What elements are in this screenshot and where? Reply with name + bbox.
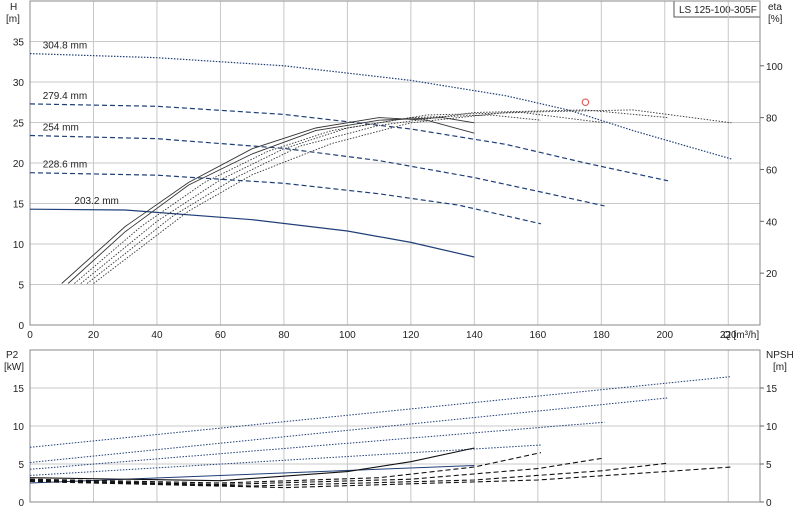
head-curve-label: 304.8 mm [43,41,87,52]
efficiency-curve [86,109,669,284]
x-tick-label: 140 [466,330,483,341]
npsh-curve [29,462,669,487]
head-curve-label: 254 mm [43,122,79,133]
y2-tick-label: 60 [766,165,778,176]
y-tick-label: 10 [13,240,25,251]
efficiency-curve [80,112,605,284]
head-curve-label: 279.4 mm [43,91,87,102]
x-tick-label: 120 [403,330,420,341]
y-tick-label: 35 [13,38,25,49]
npsh-curve [29,466,732,489]
head-curve-label: 203.2 mm [74,196,118,207]
top-left-axis-label: H [10,2,17,13]
x-tick-label: 200 [656,330,673,341]
y-tick-label: 5 [18,281,24,292]
power-curve [29,421,605,470]
top-right-axis-label: eta [768,2,782,13]
y2-tick-label: 80 [766,114,778,125]
efficiency-curve [74,114,542,284]
p2-tick-label: 0 [18,498,24,509]
head-curve-label: 228.6 mm [43,160,87,171]
y-tick-label: 0 [18,321,24,332]
y2-tick-label: 40 [766,217,778,228]
head-curve [29,103,669,182]
x-tick-label: 20 [88,330,100,341]
x-tick-label: 100 [339,330,356,341]
top-right-axis-unit: [%] [768,14,783,25]
model-label: LS 125-100-305F [679,5,757,16]
y-tick-label: 25 [13,119,25,130]
y-tick-label: 20 [13,159,25,170]
pump-curve-chart: H [m] eta [%] LS 125-100-305F Q [m³/h] P… [0,0,800,520]
npsh-tick-label: 10 [766,422,778,433]
p2-tick-label: 10 [13,422,25,433]
x-tick-label: 180 [593,330,610,341]
y2-tick-label: 100 [766,62,783,73]
x-tick-label: 40 [151,330,163,341]
x-tick-label: 220 [720,330,737,341]
x-tick-label: 60 [215,330,227,341]
npsh-tick-label: 5 [766,460,772,471]
bottom-left-axis-label: P2 [6,350,19,361]
power-curve [29,397,669,463]
y-tick-label: 30 [13,78,25,89]
power-curve [29,376,732,448]
pump-curve-svg: H [m] eta [%] LS 125-100-305F Q [m³/h] P… [4,0,794,509]
power-curve [29,444,542,476]
y-tick-label: 15 [13,200,25,211]
p2-tick-label: 5 [18,460,24,471]
top-left-axis-unit: [m] [6,14,20,25]
head-curve [29,208,475,258]
bottom-right-axis-unit: [m] [773,362,787,373]
bottom-right-axis-label: NPSH [766,350,794,361]
y2-tick-label: 20 [766,269,778,280]
x-tick-label: 160 [529,330,546,341]
x-tick-label: 0 [27,330,33,341]
p2-tick-label: 15 [13,384,25,395]
operating-point [581,98,590,106]
npsh-tick-label: 15 [766,384,778,395]
npsh-tick-label: 0 [766,498,772,509]
bottom-left-axis-unit: [kW] [4,362,24,373]
x-tick-label: 80 [278,330,290,341]
efficiency-curve [61,117,475,284]
efficiency-curve [93,109,732,284]
